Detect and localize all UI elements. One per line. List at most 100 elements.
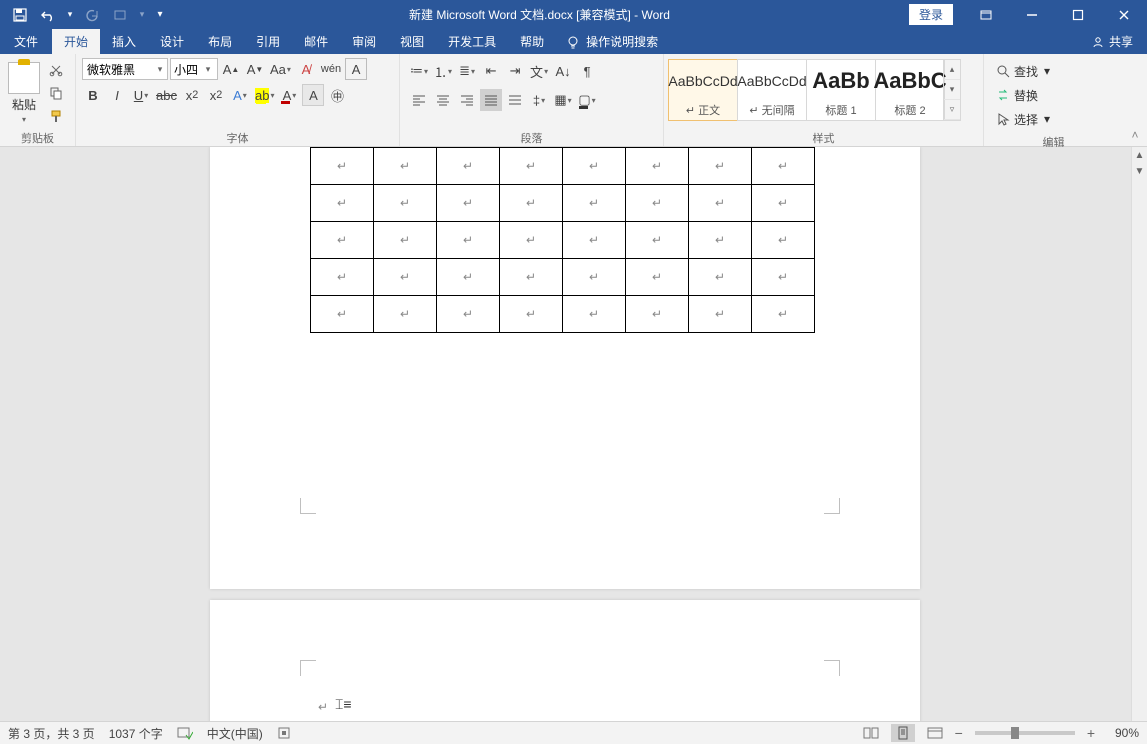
tab-references[interactable]: 引用: [244, 29, 292, 54]
distributed-button[interactable]: [504, 89, 526, 111]
table-cell[interactable]: ↵: [311, 148, 374, 185]
copy-button[interactable]: [46, 83, 66, 103]
style-tile[interactable]: AaBbCcDd↵ 无间隔: [737, 59, 807, 121]
tell-me-search[interactable]: 操作说明搜索: [556, 29, 668, 54]
table-cell[interactable]: ↵: [752, 222, 815, 259]
table-cell[interactable]: ↵: [500, 222, 563, 259]
show-marks-button[interactable]: ¶: [576, 60, 598, 82]
scroll-down-button[interactable]: ▼: [1132, 163, 1147, 179]
table-cell[interactable]: ↵: [689, 148, 752, 185]
font-size-combo[interactable]: ▾: [170, 58, 218, 80]
table-cell[interactable]: ↵: [437, 296, 500, 333]
signin-button[interactable]: 登录: [909, 4, 953, 25]
justify-button[interactable]: [480, 89, 502, 111]
collapse-ribbon-button[interactable]: ˄: [1123, 54, 1147, 146]
table-cell[interactable]: ↵: [563, 222, 626, 259]
align-right-button[interactable]: [456, 89, 478, 111]
language-indicator[interactable]: 中文(中国): [207, 725, 263, 742]
table-cell[interactable]: ↵: [374, 296, 437, 333]
shrink-font-button[interactable]: A▼: [244, 58, 266, 80]
underline-button[interactable]: U▾: [130, 84, 152, 106]
scroll-up-button[interactable]: ▲: [1132, 147, 1147, 163]
character-shading-button[interactable]: A: [302, 84, 324, 106]
table-cell[interactable]: ↵: [311, 222, 374, 259]
increase-indent-button[interactable]: ⇥: [504, 60, 526, 82]
find-button[interactable]: 查找▾: [994, 60, 1052, 82]
ribbon-display-options[interactable]: [963, 0, 1009, 29]
read-mode-button[interactable]: [859, 724, 883, 742]
table-cell[interactable]: ↵: [626, 185, 689, 222]
tab-home[interactable]: 开始: [52, 29, 100, 54]
table-cell[interactable]: ↵: [374, 185, 437, 222]
spell-check-icon[interactable]: [177, 726, 193, 740]
multilevel-list-button[interactable]: ≣▾: [456, 60, 478, 82]
select-button[interactable]: 选择▾: [994, 108, 1052, 130]
undo-button[interactable]: [34, 0, 62, 29]
font-color-button[interactable]: A▾: [278, 84, 300, 106]
shading-button[interactable]: ▦▾: [552, 89, 574, 111]
table-cell[interactable]: ↵: [752, 185, 815, 222]
align-left-button[interactable]: [408, 89, 430, 111]
bullets-button[interactable]: ≔▾: [408, 60, 430, 82]
cut-button[interactable]: [46, 60, 66, 80]
line-spacing-button[interactable]: ‡▾: [528, 89, 550, 111]
styles-gallery[interactable]: AaBbCcDd↵ 正文AaBbCcDd↵ 无间隔AaBb标题 1AaBbC标题…: [668, 56, 961, 124]
table-cell[interactable]: ↵: [752, 296, 815, 333]
table-cell[interactable]: ↵: [626, 259, 689, 296]
table-cell[interactable]: ↵: [311, 185, 374, 222]
macro-icon[interactable]: [277, 726, 291, 740]
table-cell[interactable]: ↵: [689, 296, 752, 333]
paste-button[interactable]: 粘贴 ▾: [4, 56, 44, 124]
style-tile[interactable]: AaBb标题 1: [806, 59, 876, 121]
table-cell[interactable]: ↵: [689, 185, 752, 222]
tab-file[interactable]: 文件: [0, 29, 52, 54]
tab-insert[interactable]: 插入: [100, 29, 148, 54]
grow-font-button[interactable]: A▲: [220, 58, 242, 80]
page-2[interactable]: ↵↵↵↵↵↵↵↵↵↵↵↵↵↵↵↵↵↵↵↵↵↵↵↵↵↵↵↵↵↵↵↵↵↵↵↵↵↵↵↵: [210, 147, 920, 589]
table-cell[interactable]: ↵: [500, 296, 563, 333]
zoom-in-button[interactable]: +: [1087, 725, 1095, 741]
table-cell[interactable]: ↵: [374, 222, 437, 259]
tab-help[interactable]: 帮助: [508, 29, 556, 54]
align-center-button[interactable]: [432, 89, 454, 111]
table-cell[interactable]: ↵: [374, 148, 437, 185]
tab-review[interactable]: 审阅: [340, 29, 388, 54]
tab-mailings[interactable]: 邮件: [292, 29, 340, 54]
table-cell[interactable]: ↵: [311, 296, 374, 333]
save-button[interactable]: [6, 0, 34, 29]
table-cell[interactable]: ↵: [752, 259, 815, 296]
qat-customize[interactable]: ▾: [150, 0, 170, 29]
minimize-button[interactable]: [1009, 0, 1055, 29]
zoom-level[interactable]: 90%: [1103, 726, 1139, 740]
page-indicator[interactable]: 第 3 页，共 3 页: [8, 725, 95, 742]
phonetic-guide-button[interactable]: wén: [319, 58, 343, 80]
document-table[interactable]: ↵↵↵↵↵↵↵↵↵↵↵↵↵↵↵↵↵↵↵↵↵↵↵↵↵↵↵↵↵↵↵↵↵↵↵↵↵↵↵↵: [310, 147, 815, 333]
page-3[interactable]: ↵: [210, 600, 920, 721]
table-cell[interactable]: ↵: [626, 148, 689, 185]
font-size-value[interactable]: [171, 62, 201, 76]
close-button[interactable]: [1101, 0, 1147, 29]
highlight-button[interactable]: ab▾: [253, 84, 276, 106]
tab-developer[interactable]: 开发工具: [436, 29, 508, 54]
text-effects-button[interactable]: A▾: [229, 84, 251, 106]
character-border-button[interactable]: A: [345, 58, 367, 80]
undo-dropdown[interactable]: ▾: [62, 9, 78, 20]
style-tile[interactable]: AaBbCcDd↵ 正文: [668, 59, 738, 121]
superscript-button[interactable]: x2: [205, 84, 227, 106]
table-cell[interactable]: ↵: [626, 222, 689, 259]
zoom-slider[interactable]: [975, 731, 1075, 735]
asian-layout-button[interactable]: 文▾: [528, 60, 550, 82]
enclose-characters-button[interactable]: ㊥: [326, 84, 348, 106]
vertical-scrollbar[interactable]: ▲ ▼: [1131, 147, 1147, 721]
borders-button[interactable]: ▢▾: [576, 89, 598, 111]
table-cell[interactable]: ↵: [500, 185, 563, 222]
table-cell[interactable]: ↵: [563, 259, 626, 296]
table-cell[interactable]: ↵: [437, 222, 500, 259]
bold-button[interactable]: B: [82, 84, 104, 106]
style-tile[interactable]: AaBbC标题 2: [875, 59, 945, 121]
change-case-button[interactable]: Aa▾: [268, 58, 293, 80]
qat-extra-dropdown[interactable]: ▾: [134, 9, 150, 20]
table-cell[interactable]: ↵: [437, 148, 500, 185]
table-cell[interactable]: ↵: [500, 259, 563, 296]
strikethrough-button[interactable]: abc: [154, 84, 179, 106]
